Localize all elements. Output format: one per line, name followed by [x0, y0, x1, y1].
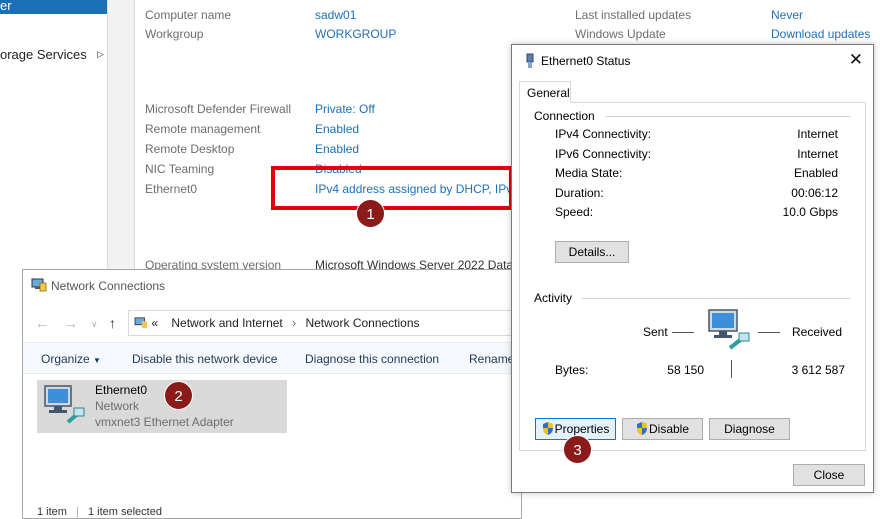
duration-value: 00:06:12	[791, 186, 838, 200]
ipv6-value: Internet	[797, 147, 838, 161]
breadcrumb-network-internet[interactable]: Network and Internet	[171, 316, 282, 330]
tab-general[interactable]: General	[519, 81, 571, 103]
speed-label: Speed:	[555, 205, 594, 219]
prop-value-workgroup[interactable]: WORKGROUP	[315, 27, 396, 41]
duration-label: Duration:	[555, 186, 604, 200]
dropdown-arrow-icon: ▼	[93, 356, 101, 365]
connection-group-label: Connection	[534, 109, 595, 123]
address-bar[interactable]: « Network and Internet › Network Connect…	[128, 310, 528, 336]
bytes-label: Bytes:	[555, 363, 589, 377]
network-folder-icon	[134, 317, 147, 329]
prop-value-remote-desktop[interactable]: Enabled	[315, 142, 359, 156]
up-arrow-icon[interactable]: ↑	[109, 315, 116, 331]
status-selected-count: 1 item selected	[87, 506, 162, 518]
prop-value-last-updates[interactable]: Never	[771, 8, 803, 22]
organize-menu[interactable]: Organize ▼	[41, 352, 101, 366]
disable-device-button[interactable]: Disable this network device	[132, 352, 277, 366]
activity-group-label: Activity	[534, 291, 573, 305]
nav-item-storage-services[interactable]: orage Services	[0, 47, 87, 62]
ipv4-label: IPv4 Connectivity:	[555, 127, 652, 141]
sent-line	[672, 332, 694, 333]
dialog-title: Ethernet0 Status	[541, 54, 631, 68]
nav-item-selected[interactable]: er	[0, 0, 107, 14]
prop-label-remote-management: Remote management	[145, 122, 261, 136]
close-button[interactable]: Close	[793, 464, 865, 486]
diagnose-connection-button[interactable]: Diagnose this connection	[305, 352, 439, 366]
media-state-label: Media State:	[555, 166, 623, 180]
window-title: Network Connections	[31, 278, 165, 293]
adapter-description: vmxnet3 Ethernet Adapter	[95, 415, 234, 429]
navigation-bar: ← → ∨ ↑ « Network and Internet › Network…	[23, 306, 528, 338]
prop-value-windows-update[interactable]: Download updates	[771, 27, 870, 41]
disable-label: Disable	[648, 422, 690, 436]
prop-value-firewall[interactable]: Private: Off	[315, 102, 375, 116]
received-line	[758, 332, 780, 333]
group-divider	[582, 298, 850, 299]
step-badge-1: 1	[356, 199, 385, 228]
ipv4-value: Internet	[797, 127, 838, 141]
close-icon[interactable]: ✕	[849, 50, 863, 70]
prop-label-computer-name: Computer name	[145, 8, 232, 22]
breadcrumb-prefix[interactable]: «	[151, 316, 158, 330]
received-label: Received	[792, 325, 843, 339]
network-cable-icon	[526, 53, 534, 68]
adapter-name: Ethernet0	[95, 383, 148, 397]
ethernet-status-dialog: Ethernet0 Status ✕ General Connection IP…	[511, 44, 874, 493]
prop-label-remote-desktop: Remote Desktop	[145, 142, 235, 156]
uac-shield-icon	[636, 422, 647, 435]
sent-label: Sent	[643, 325, 668, 339]
network-connections-window: Network Connections ← → ∨ ↑ « Network an…	[22, 269, 528, 519]
forward-arrow-icon[interactable]: →	[64, 315, 78, 331]
step-badge-3: 3	[563, 435, 592, 464]
prop-label-firewall: Microsoft Defender Firewall	[145, 102, 292, 116]
network-folder-icon	[31, 278, 47, 292]
highlight-box	[271, 166, 513, 210]
prop-label-windows-update: Windows Update	[575, 27, 666, 41]
command-bar: Organize ▼ Disable this network device D…	[23, 342, 523, 374]
step-badge-2: 2	[164, 381, 193, 410]
prop-label-last-updates: Last installed updates	[575, 8, 692, 22]
uac-shield-icon	[542, 422, 553, 435]
prop-label-ethernet0: Ethernet0	[145, 182, 198, 196]
back-arrow-icon[interactable]: ←	[35, 315, 49, 331]
status-item-count: 1 item	[37, 506, 67, 518]
bytes-received-value: 3 612 587	[791, 363, 845, 377]
network-adapter-icon	[44, 385, 85, 424]
speed-value: 10.0 Gbps	[782, 205, 838, 219]
disable-button[interactable]: Disable	[622, 418, 703, 440]
group-divider	[606, 116, 850, 117]
network-activity-icon	[708, 309, 750, 350]
status-bar: 1 item | 1 item selected	[37, 506, 162, 518]
media-state-value: Enabled	[793, 166, 838, 180]
bytes-sent-value: 58 150	[667, 363, 704, 377]
prop-label-workgroup: Workgroup	[145, 27, 204, 41]
ipv6-label: IPv6 Connectivity:	[555, 147, 652, 161]
chevron-right-icon[interactable]: ▷	[97, 49, 104, 60]
adapter-network: Network	[95, 399, 140, 413]
bytes-divider	[731, 360, 732, 378]
breadcrumb-network-connections[interactable]: Network Connections	[305, 316, 419, 330]
organize-label: Organize	[41, 352, 90, 366]
window-title-text: Network Connections	[51, 279, 166, 293]
prop-value-remote-management[interactable]: Enabled	[315, 122, 359, 136]
properties-label: Properties	[554, 422, 610, 436]
ethernet0-adapter-item[interactable]: Ethernet0 Network vmxnet3 Ethernet Adapt…	[37, 380, 287, 433]
prop-label-nic-teaming: NIC Teaming	[145, 162, 215, 176]
diagnose-button[interactable]: Diagnose	[709, 418, 790, 440]
general-tab-panel: Connection IPv4 Connectivity: Internet I…	[519, 102, 866, 451]
details-button[interactable]: Details...	[555, 241, 629, 263]
recent-chevron-icon[interactable]: ∨	[91, 319, 98, 330]
prop-value-computer-name[interactable]: sadw01	[315, 8, 356, 22]
breadcrumb-separator-icon: ›	[292, 316, 297, 330]
rename-button[interactable]: Rename	[469, 352, 514, 366]
